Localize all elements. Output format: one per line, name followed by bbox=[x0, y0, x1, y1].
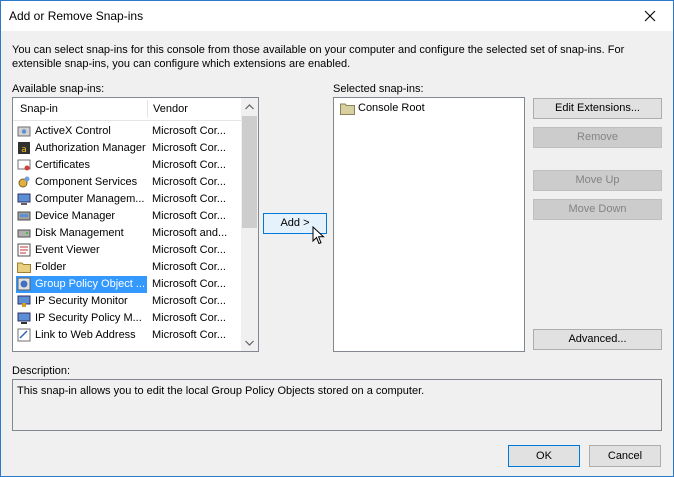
edit-extensions-button[interactable]: Edit Extensions... bbox=[533, 98, 662, 119]
list-item[interactable]: ActiveX Control Microsoft Cor... bbox=[15, 123, 241, 140]
scroll-up-button[interactable] bbox=[241, 98, 258, 115]
move-up-button[interactable]: Move Up bbox=[533, 170, 662, 191]
selected-snapins-list[interactable]: Console Root bbox=[333, 97, 525, 352]
column-header-vendor[interactable]: Vendor bbox=[148, 98, 238, 120]
remove-button[interactable]: Remove bbox=[533, 127, 662, 148]
snapin-vendor: Microsoft Cor... bbox=[152, 295, 226, 307]
available-snapins-label: Available snap-ins: bbox=[12, 83, 105, 95]
selected-snapins-label: Selected snap-ins: bbox=[333, 83, 424, 95]
snapin-name: Disk Management bbox=[35, 227, 124, 239]
list-item[interactable]: Event Viewer Microsoft Cor... bbox=[15, 242, 241, 259]
scroll-thumb[interactable] bbox=[242, 116, 257, 228]
disk-icon bbox=[17, 229, 31, 238]
list-item[interactable]: Device Manager Microsoft Cor... bbox=[15, 208, 241, 225]
description-text: This snap-in allows you to edit the loca… bbox=[17, 385, 425, 397]
tree-item-label: Console Root bbox=[358, 102, 425, 114]
snapin-vendor: Microsoft Cor... bbox=[152, 244, 226, 256]
move-down-button[interactable]: Move Down bbox=[533, 199, 662, 220]
folder-icon bbox=[340, 103, 355, 115]
snapin-vendor: Microsoft Cor... bbox=[152, 312, 226, 324]
mouse-cursor-icon bbox=[312, 226, 325, 245]
window-title: Add or Remove Snap-ins bbox=[9, 9, 144, 23]
snapin-vendor: Microsoft Cor... bbox=[152, 210, 226, 222]
list-header: Snap-in Vendor bbox=[13, 98, 241, 121]
list-item[interactable]: IP Security Policy M... Microsoft Cor... bbox=[15, 310, 241, 327]
computer-icon bbox=[17, 193, 31, 205]
snapin-name: Folder bbox=[35, 261, 67, 273]
snapin-name: Authorization Manager bbox=[35, 142, 146, 154]
list-item[interactable]: Folder Microsoft Cor... bbox=[15, 259, 241, 276]
scroll-up-icon bbox=[245, 103, 254, 109]
component-icon bbox=[18, 176, 30, 188]
description-box: This snap-in allows you to edit the loca… bbox=[12, 379, 662, 431]
ipsec-policy-icon bbox=[17, 312, 31, 324]
cancel-button[interactable]: Cancel bbox=[589, 445, 661, 467]
scroll-down-button[interactable] bbox=[241, 334, 258, 351]
snapin-name: IP Security Monitor bbox=[35, 295, 128, 307]
tree-item-console-root[interactable]: Console Root bbox=[338, 100, 520, 117]
snapin-name: Component Services bbox=[35, 176, 138, 188]
list-item[interactable]: Authorization Manager a Microsoft Cor... bbox=[15, 140, 241, 157]
list-item[interactable]: Computer Managem... Microsoft Cor... bbox=[15, 191, 241, 208]
snapin-name: Certificates bbox=[35, 159, 91, 171]
ok-button[interactable]: OK bbox=[508, 445, 580, 467]
close-button[interactable] bbox=[627, 1, 673, 31]
snapin-name: Group Policy Object ... bbox=[16, 276, 147, 293]
snapin-vendor: Microsoft Cor... bbox=[152, 329, 226, 341]
snapin-vendor: Microsoft Cor... bbox=[152, 193, 226, 205]
list-item[interactable]: Component Services Microsoft Cor... bbox=[15, 174, 241, 191]
snapin-vendor: Microsoft Cor... bbox=[152, 142, 226, 154]
authorization-icon: a bbox=[18, 142, 30, 155]
policy-icon bbox=[17, 277, 31, 291]
svg-text:a: a bbox=[21, 145, 27, 155]
snapin-name: Event Viewer bbox=[35, 244, 100, 256]
snapin-vendor: Microsoft Cor... bbox=[152, 278, 226, 290]
list-item[interactable]: Disk Management Microsoft and... bbox=[15, 225, 241, 242]
scroll-down-icon bbox=[245, 340, 254, 346]
list-item[interactable]: Link to Web Address Microsoft Cor... bbox=[15, 327, 241, 344]
description-label: Description: bbox=[12, 365, 71, 377]
snapin-vendor: Microsoft Cor... bbox=[152, 125, 226, 137]
list-item[interactable]: IP Security Monitor Microsoft Cor... bbox=[15, 293, 241, 310]
close-icon bbox=[644, 10, 656, 22]
activex-icon bbox=[17, 126, 31, 137]
snapin-vendor: Microsoft Cor... bbox=[152, 261, 226, 273]
snapin-name: IP Security Policy M... bbox=[35, 312, 142, 324]
advanced-button[interactable]: Advanced... bbox=[533, 329, 662, 350]
snapin-name: Computer Managem... bbox=[35, 193, 145, 205]
snapin-vendor: Microsoft and... bbox=[152, 227, 228, 239]
event-icon bbox=[17, 243, 31, 257]
column-header-snapin[interactable]: Snap-in bbox=[15, 98, 147, 120]
device-icon bbox=[17, 211, 31, 221]
snapin-vendor: Microsoft Cor... bbox=[152, 159, 226, 171]
title-bar[interactable]: Add or Remove Snap-ins bbox=[1, 1, 673, 31]
snapin-name: Device Manager bbox=[35, 210, 116, 222]
snapin-name: Link to Web Address bbox=[35, 329, 136, 341]
intro-text: You can select snap-ins for this console… bbox=[12, 44, 625, 70]
vertical-scrollbar[interactable] bbox=[241, 98, 258, 351]
list-item[interactable]: Group Policy Object ... Microsoft Cor... bbox=[15, 276, 241, 293]
snapin-vendor: Microsoft Cor... bbox=[152, 176, 226, 188]
add-remove-snapins-dialog: Add or Remove Snap-ins You can select sn… bbox=[0, 0, 674, 477]
folder-icon bbox=[17, 262, 31, 273]
snapin-name: ActiveX Control bbox=[35, 125, 111, 137]
list-item[interactable]: Certificates Microsoft Cor... bbox=[15, 157, 241, 174]
available-snapins-list[interactable]: Snap-in Vendor ActiveX Control Microsoft … bbox=[12, 97, 259, 352]
link-icon bbox=[17, 328, 31, 342]
ipsec-monitor-icon bbox=[17, 295, 31, 307]
certificate-icon bbox=[17, 159, 31, 171]
